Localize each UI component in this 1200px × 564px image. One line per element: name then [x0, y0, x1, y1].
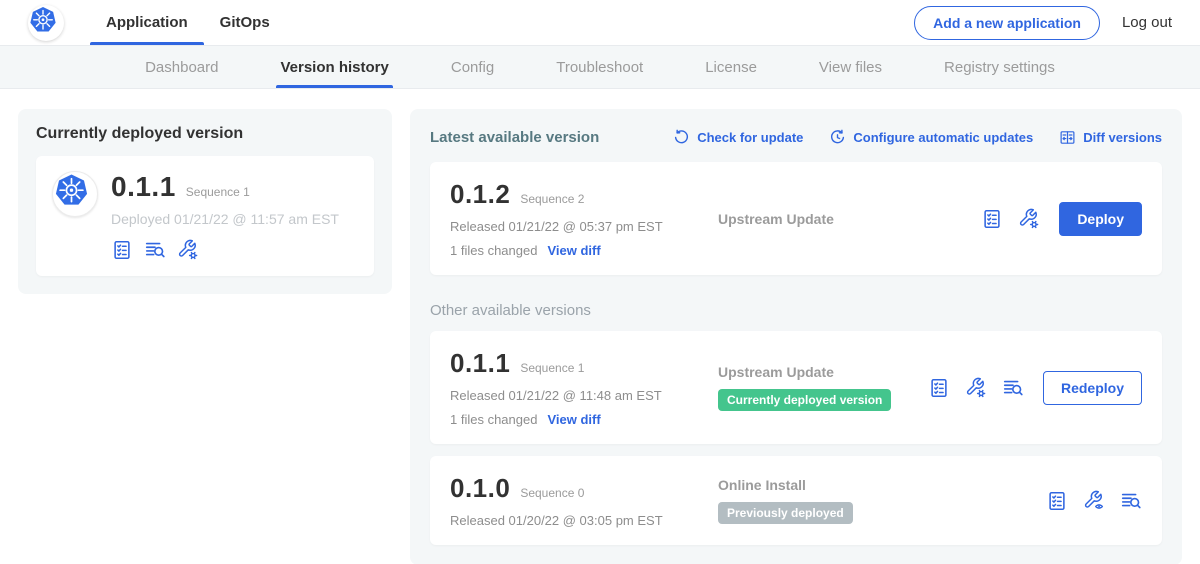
subtab-label: Registry settings: [944, 59, 1055, 76]
files-changed-label: 1 files changed: [450, 243, 537, 258]
app-logo: [52, 171, 98, 217]
subtab-dashboard[interactable]: Dashboard: [143, 46, 220, 88]
version-card-0-1-0: 0.1.0 Sequence 0 Released 01/20/22 @ 03:…: [430, 456, 1162, 545]
deployed-version-number: 0.1.1: [111, 171, 176, 203]
release-notes-icon[interactable]: [1120, 490, 1142, 512]
check-for-update-label: Check for update: [697, 130, 803, 145]
currently-deployed-badge: Currently deployed version: [718, 389, 891, 411]
subtab-label: License: [705, 59, 757, 76]
diff-versions-icon: [1059, 129, 1076, 146]
tab-gitops-label: GitOps: [220, 14, 270, 31]
subtab-config[interactable]: Config: [449, 46, 496, 88]
currently-deployed-panel: Currently deployed version 0.1.1 Sequenc…: [18, 109, 392, 294]
kubernetes-logo-icon: [28, 5, 64, 41]
sequence-label: Sequence 1: [520, 361, 584, 375]
subtab-version-history[interactable]: Version history: [278, 46, 390, 88]
deployed-version-card: 0.1.1 Sequence 1 Deployed 01/21/22 @ 11:…: [36, 156, 374, 276]
auto-update-icon: [829, 129, 846, 146]
tab-gitops[interactable]: GitOps: [204, 0, 286, 45]
checklist-icon[interactable]: [1046, 490, 1068, 512]
deployed-sequence-label: Sequence 1: [186, 185, 250, 199]
view-diff-link[interactable]: View diff: [547, 243, 600, 258]
subtab-troubleshoot[interactable]: Troubleshoot: [554, 46, 645, 88]
tab-application-label: Application: [106, 14, 188, 31]
configure-automatic-updates-link[interactable]: Configure automatic updates: [829, 129, 1033, 146]
top-navbar: Application GitOps Add a new application…: [0, 0, 1200, 46]
release-notes-icon[interactable]: [1002, 377, 1024, 399]
sequence-label: Sequence 0: [520, 486, 584, 500]
edit-config-icon[interactable]: [177, 239, 199, 261]
latest-available-title: Latest available version: [430, 129, 599, 146]
released-timestamp: Released 01/21/22 @ 05:37 pm EST: [450, 219, 708, 234]
subtab-label: Dashboard: [145, 59, 218, 76]
logout-button[interactable]: Log out: [1122, 14, 1172, 31]
checklist-icon[interactable]: [928, 377, 950, 399]
subtab-registry-settings[interactable]: Registry settings: [942, 46, 1057, 88]
main-content: Currently deployed version 0.1.1 Sequenc…: [0, 89, 1200, 564]
version-history-panel: Latest available version Check for updat…: [410, 109, 1182, 564]
configure-updates-label: Configure automatic updates: [853, 130, 1033, 145]
edit-config-icon[interactable]: [1018, 208, 1040, 230]
diff-versions-label: Diff versions: [1083, 130, 1162, 145]
app-subnav: Dashboard Version history Config Trouble…: [0, 46, 1200, 89]
check-for-update-link[interactable]: Check for update: [673, 129, 803, 146]
subtab-label: Version history: [280, 59, 388, 76]
subtab-label: Config: [451, 59, 494, 76]
version-card-0-1-2: 0.1.2 Sequence 2 Released 01/21/22 @ 05:…: [430, 162, 1162, 275]
version-source-label: Online Install: [718, 477, 1046, 493]
released-timestamp: Released 01/21/22 @ 11:48 am EST: [450, 388, 708, 403]
redeploy-button[interactable]: Redeploy: [1043, 371, 1142, 405]
diff-versions-link[interactable]: Diff versions: [1059, 129, 1162, 146]
subtab-label: Troubleshoot: [556, 59, 643, 76]
kubernetes-wheel-icon: [53, 172, 97, 216]
version-source-label: Upstream Update: [718, 211, 981, 227]
tab-application[interactable]: Application: [90, 0, 204, 45]
version-number: 0.1.1: [450, 348, 510, 379]
previously-deployed-badge: Previously deployed: [718, 502, 853, 524]
subtab-label: View files: [819, 59, 882, 76]
add-application-button[interactable]: Add a new application: [914, 6, 1100, 40]
files-changed-label: 1 files changed: [450, 412, 537, 427]
subtab-view-files[interactable]: View files: [817, 46, 884, 88]
released-timestamp: Released 01/20/22 @ 03:05 pm EST: [450, 513, 708, 528]
subtab-license[interactable]: License: [703, 46, 759, 88]
checklist-icon[interactable]: [111, 239, 133, 261]
release-notes-icon[interactable]: [144, 239, 166, 261]
refresh-icon: [673, 129, 690, 146]
deployed-panel-title: Currently deployed version: [36, 125, 374, 143]
edit-config-icon[interactable]: [965, 377, 987, 399]
version-number: 0.1.0: [450, 473, 510, 504]
deployed-timestamp: Deployed 01/21/22 @ 11:57 am EST: [111, 211, 339, 227]
deploy-button[interactable]: Deploy: [1059, 202, 1142, 236]
version-card-0-1-1: 0.1.1 Sequence 1 Released 01/21/22 @ 11:…: [430, 331, 1162, 444]
kubernetes-wheel-icon: [28, 5, 64, 41]
sequence-label: Sequence 2: [520, 192, 584, 206]
other-available-title: Other available versions: [430, 302, 1162, 319]
topnav-right: Add a new application Log out: [914, 6, 1172, 40]
app-tabs: Application GitOps: [90, 0, 286, 45]
version-number: 0.1.2: [450, 179, 510, 210]
checklist-icon[interactable]: [981, 208, 1003, 230]
view-config-icon[interactable]: [1083, 490, 1105, 512]
version-source-label: Upstream Update: [718, 364, 928, 380]
view-diff-link[interactable]: View diff: [547, 412, 600, 427]
